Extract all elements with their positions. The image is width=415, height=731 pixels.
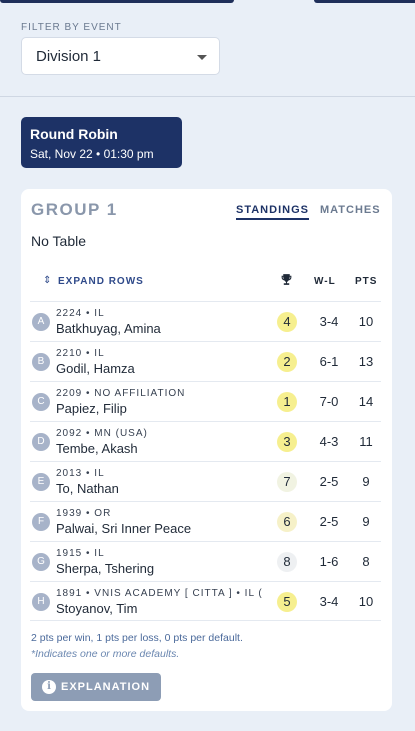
player-name: Stoyanov, Tim xyxy=(56,601,138,616)
win-loss: 1-6 xyxy=(319,554,339,569)
standings-table: A 2224 • IL Batkhuyag, Amina 4 3-4 10 B 2210 • … xyxy=(30,301,381,621)
top-tab-indicator-right xyxy=(314,0,415,3)
table-row[interactable]: D 2092 • MN (USA) Tembe, Akash 3 4-3 11 xyxy=(30,421,381,461)
round-title: Round Robin xyxy=(30,126,118,142)
round-datetime: Sat, Nov 22 • 01:30 pm xyxy=(30,147,154,161)
avatar: B xyxy=(32,353,50,371)
avatar: A xyxy=(32,313,50,331)
expand-rows-label: EXPAND ROWS xyxy=(58,276,144,287)
top-tab-indicator xyxy=(0,0,415,4)
column-header-pts: PTS xyxy=(355,276,378,287)
round-robin-button[interactable]: Round Robin Sat, Nov 22 • 01:30 pm xyxy=(21,117,182,168)
win-loss: 7-0 xyxy=(319,394,339,409)
points: 13 xyxy=(358,354,374,369)
avatar: F xyxy=(32,513,50,531)
win-loss: 6-1 xyxy=(319,354,339,369)
defaults-footnote: *Indicates one or more defaults. xyxy=(31,648,180,660)
player-name: Godil, Hamza xyxy=(56,361,135,376)
rank-badge: 5 xyxy=(277,592,297,612)
avatar: C xyxy=(32,393,50,411)
trophy-icon xyxy=(280,273,293,289)
player-name: Sherpa, Tshering xyxy=(56,561,155,576)
points: 9 xyxy=(362,514,370,529)
points: 14 xyxy=(358,394,374,409)
table-row[interactable]: A 2224 • IL Batkhuyag, Amina 4 3-4 10 xyxy=(30,301,381,341)
table-row[interactable]: G 1915 • IL Sherpa, Tshering 8 1-6 8 xyxy=(30,541,381,581)
rank-badge: 8 xyxy=(277,552,297,572)
event-filter-value: Division 1 xyxy=(36,48,102,65)
table-row[interactable]: B 2210 • IL Godil, Hamza 2 6-1 13 xyxy=(30,341,381,381)
rank-badge: 4 xyxy=(277,312,297,332)
filter-label: FILTER BY EVENT xyxy=(21,22,122,33)
player-rating-affiliation: 1891 • VNIS ACADEMY [ CITTA ] • IL ( xyxy=(56,588,263,599)
rank-badge: 3 xyxy=(277,432,297,452)
info-icon: i xyxy=(42,680,56,694)
group-card: GROUP 1 STANDINGS MATCHES No Table ⇕ EXP… xyxy=(21,189,392,711)
player-rating-affiliation: 1939 • OR xyxy=(56,508,112,519)
points: 11 xyxy=(359,434,373,449)
explanation-label: EXPLANATION xyxy=(61,681,151,693)
explanation-button[interactable]: i EXPLANATION xyxy=(31,673,161,701)
player-rating-affiliation: 2092 • MN (USA) xyxy=(56,428,148,439)
player-name: To, Nathan xyxy=(56,481,119,496)
table-row[interactable]: C 2209 • NO AFFILIATION Papiez, Filip 1 7-0 1… xyxy=(30,381,381,421)
player-name: Palwai, Sri Inner Peace xyxy=(56,521,192,536)
player-rating-affiliation: 2013 • IL xyxy=(56,468,105,479)
table-row[interactable]: F 1939 • OR Palwai, Sri Inner Peace 6 2-5 9 xyxy=(30,501,381,541)
table-row[interactable]: H 1891 • VNIS ACADEMY [ CITTA ] • IL ( Sto… xyxy=(30,581,381,621)
points: 10 xyxy=(358,594,374,609)
player-rating-affiliation: 2209 • NO AFFILIATION xyxy=(56,388,186,399)
top-tab-indicator-left xyxy=(0,0,234,3)
rank-badge: 7 xyxy=(277,472,297,492)
rank-badge: 1 xyxy=(277,392,297,412)
rank-badge: 6 xyxy=(277,512,297,532)
section-divider xyxy=(0,96,415,97)
points-footnote: 2 pts per win, 1 pts per loss, 0 pts per… xyxy=(31,632,243,644)
chevron-down-icon xyxy=(197,55,207,60)
rank-badge: 2 xyxy=(277,352,297,372)
avatar: G xyxy=(32,553,50,571)
expand-icon: ⇕ xyxy=(43,275,52,286)
points: 8 xyxy=(362,554,370,569)
avatar: H xyxy=(32,593,50,611)
points: 9 xyxy=(362,474,370,489)
player-name: Batkhuyag, Amina xyxy=(56,321,161,336)
win-loss: 2-5 xyxy=(319,514,339,529)
player-rating-affiliation: 2210 • IL xyxy=(56,348,105,359)
table-row[interactable]: E 2013 • IL To, Nathan 7 2-5 9 xyxy=(30,461,381,501)
win-loss: 3-4 xyxy=(319,314,339,329)
column-header-wl: W-L xyxy=(314,276,336,287)
player-rating-affiliation: 1915 • IL xyxy=(56,548,105,559)
player-name: Papiez, Filip xyxy=(56,401,127,416)
standings-header: ⇕ EXPAND ROWS W-L PTS xyxy=(21,189,392,301)
player-rating-affiliation: 2224 • IL xyxy=(56,308,105,319)
event-filter-select[interactable]: Division 1 xyxy=(21,37,220,75)
win-loss: 3-4 xyxy=(319,594,339,609)
win-loss: 2-5 xyxy=(319,474,339,489)
points: 10 xyxy=(358,314,374,329)
avatar: E xyxy=(32,473,50,491)
avatar: D xyxy=(32,433,50,451)
win-loss: 4-3 xyxy=(319,434,339,449)
player-name: Tembe, Akash xyxy=(56,441,138,456)
